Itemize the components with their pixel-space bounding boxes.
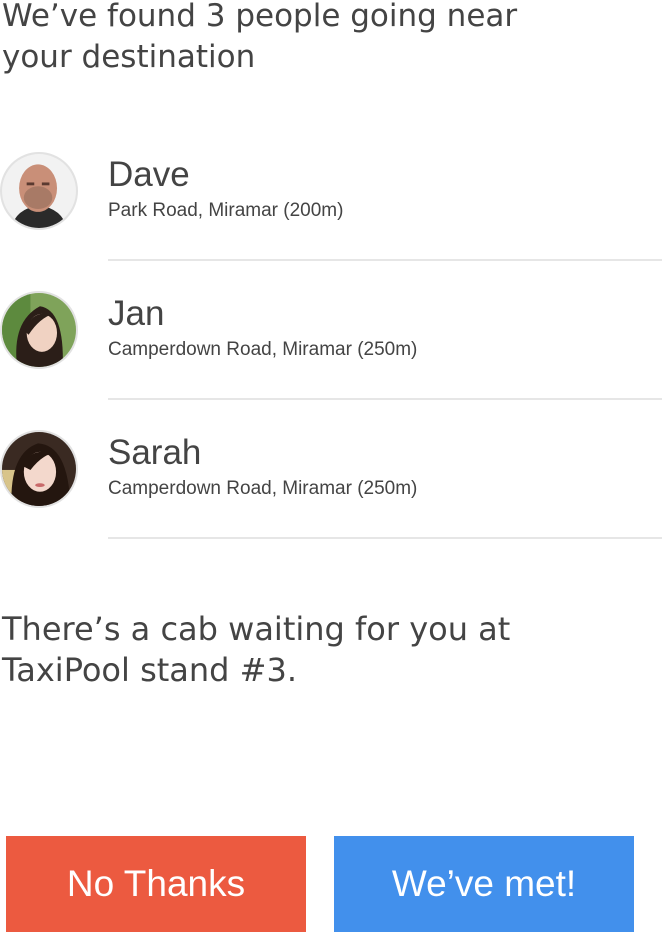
divider — [108, 537, 662, 539]
avatar-dave-photo — [2, 154, 76, 228]
person-name: Sarah — [108, 433, 202, 472]
person-location: Camperdown Road, Miramar (250m) — [108, 339, 418, 360]
avatar-jan-photo — [2, 293, 76, 367]
no-thanks-button[interactable]: No Thanks — [6, 836, 306, 932]
avatar-dave — [0, 152, 78, 230]
page-title-line-1: We’ve found 3 people going near — [2, 0, 518, 34]
avatar-sarah — [0, 430, 78, 508]
cab-message-line-1: There’s a cab waiting for you at — [2, 610, 511, 648]
page-title: We’ve found 3 people going near your des… — [2, 0, 642, 78]
person-name: Jan — [108, 294, 165, 333]
person-location: Camperdown Road, Miramar (250m) — [108, 478, 418, 499]
avatar-sarah-photo — [2, 432, 76, 506]
weve-met-button[interactable]: We’ve met! — [334, 836, 634, 932]
list-item-person-sarah[interactable]: Sarah Camperdown Road, Miramar (250m) — [0, 428, 662, 567]
avatar-jan — [0, 291, 78, 369]
list-item-person-jan[interactable]: Jan Camperdown Road, Miramar (250m) — [0, 289, 662, 428]
person-location: Park Road, Miramar (200m) — [108, 200, 344, 221]
page-title-line-2: your destination — [2, 39, 256, 75]
cab-waiting-message: There’s a cab waiting for you at TaxiPoo… — [2, 609, 642, 691]
person-name: Dave — [108, 155, 190, 194]
list-item-person-dave[interactable]: Dave Park Road, Miramar (200m) — [0, 150, 662, 289]
divider — [108, 259, 662, 261]
divider — [108, 398, 662, 400]
people-list: Dave Park Road, Miramar (200m) Jan Campe… — [0, 150, 662, 567]
cab-message-line-2: TaxiPool stand #3. — [2, 651, 297, 689]
